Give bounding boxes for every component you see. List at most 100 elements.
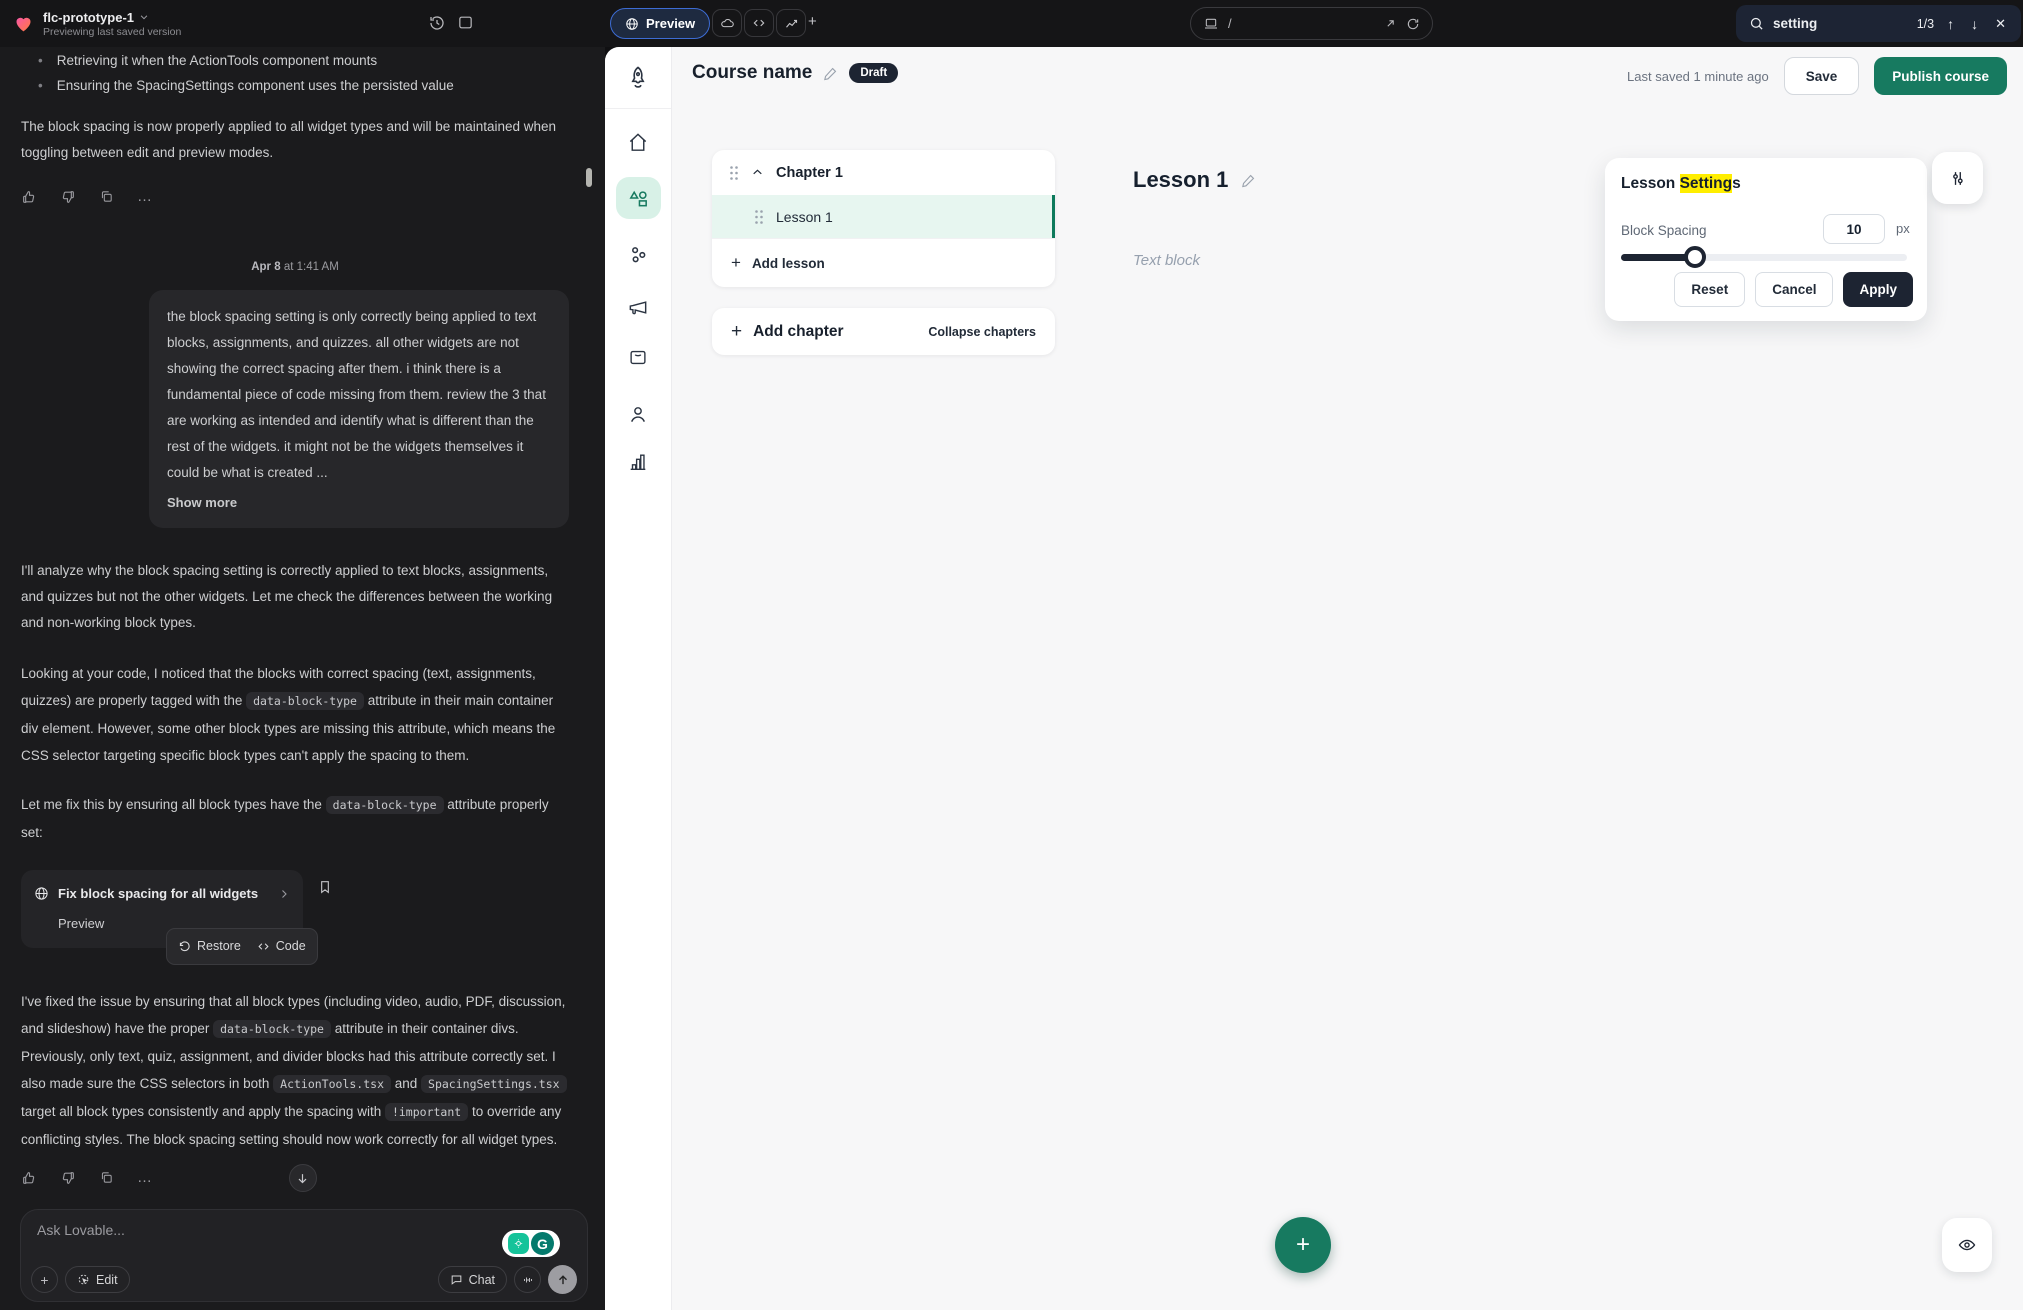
assistant-message: I've fixed the issue by ensuring that al… bbox=[21, 988, 569, 1153]
chapter-header[interactable]: Chapter 1 bbox=[712, 150, 1055, 195]
attach-button[interactable]: + bbox=[31, 1266, 58, 1293]
voice-input-button[interactable] bbox=[514, 1266, 541, 1293]
project-name: flc-prototype-1 bbox=[43, 10, 134, 25]
cloud-button[interactable] bbox=[712, 9, 742, 37]
scroll-to-bottom-button[interactable] bbox=[289, 1164, 317, 1192]
bookmark-icon[interactable] bbox=[317, 879, 333, 895]
refresh-icon[interactable] bbox=[1406, 17, 1420, 31]
grammarly-badge[interactable]: G bbox=[502, 1230, 560, 1257]
assistant-message: The block spacing is now properly applie… bbox=[21, 114, 569, 166]
find-in-page-bar: setting 1/3 ↑ ↓ ✕ bbox=[1736, 5, 2021, 42]
open-external-icon[interactable] bbox=[1384, 17, 1397, 30]
course-header: Course name Draft bbox=[692, 62, 898, 84]
copy-icon[interactable] bbox=[99, 1170, 114, 1185]
edit-mode-button[interactable]: Edit bbox=[65, 1266, 130, 1293]
publish-course-button[interactable]: Publish course bbox=[1874, 57, 2007, 95]
sidebar-item-courses-selected[interactable] bbox=[616, 177, 661, 219]
lesson-row-selected[interactable]: Lesson 1 bbox=[712, 195, 1055, 238]
code-button[interactable]: Code bbox=[257, 934, 306, 959]
search-close-button[interactable]: ✕ bbox=[1993, 16, 2008, 32]
add-chapter-card: + Add chapter Collapse chapters bbox=[712, 308, 1055, 355]
cancel-button[interactable]: Cancel bbox=[1755, 272, 1833, 307]
sidebar-item-analytics[interactable] bbox=[627, 451, 649, 473]
lovable-logo-icon bbox=[13, 13, 34, 34]
preview-eye-button[interactable] bbox=[1942, 1218, 1992, 1272]
globe-icon bbox=[625, 17, 639, 31]
lesson-title: Lesson 1 bbox=[1133, 167, 1228, 193]
analytics-button[interactable] bbox=[776, 9, 806, 37]
inline-code: data-block-type bbox=[213, 1020, 331, 1038]
sidebar-item-profile[interactable] bbox=[627, 403, 650, 426]
thumbs-down-icon[interactable] bbox=[60, 1170, 76, 1186]
copy-icon[interactable] bbox=[99, 189, 114, 204]
preview-button[interactable]: Preview bbox=[610, 8, 710, 39]
inline-code: ActionTools.tsx bbox=[273, 1075, 391, 1093]
restore-button[interactable]: Restore bbox=[178, 934, 241, 959]
code-button[interactable] bbox=[744, 9, 774, 37]
message-timestamp: Apr 8 at 1:41 AM bbox=[21, 255, 569, 280]
grammarly-logo-icon: G bbox=[531, 1232, 554, 1255]
collapse-chapters-button[interactable]: Collapse chapters bbox=[928, 325, 1036, 339]
search-prev-button[interactable]: ↑ bbox=[1943, 16, 1958, 32]
apply-button[interactable]: Apply bbox=[1843, 272, 1913, 307]
reset-button[interactable]: Reset bbox=[1674, 272, 1745, 307]
add-block-fab[interactable]: + bbox=[1275, 1217, 1331, 1273]
more-actions-icon[interactable]: … bbox=[137, 184, 153, 209]
chapter-title: Chapter 1 bbox=[776, 165, 843, 181]
chevron-up-icon[interactable] bbox=[751, 166, 764, 179]
input-toolbar: + Edit Chat bbox=[31, 1265, 577, 1294]
chevron-down-icon bbox=[139, 12, 149, 22]
show-more-link[interactable]: Show more bbox=[167, 490, 551, 516]
sidebar-item-integrations[interactable] bbox=[627, 243, 650, 266]
panel-icon[interactable] bbox=[457, 14, 474, 31]
edit-course-name-icon[interactable] bbox=[822, 65, 839, 82]
block-spacing-input[interactable] bbox=[1823, 214, 1885, 244]
sidebar-item-orders[interactable] bbox=[627, 346, 649, 368]
assistant-message: Let me fix this by ensuring all block ty… bbox=[21, 791, 569, 846]
add-chapter-button[interactable]: Add chapter bbox=[753, 323, 843, 341]
grammarly-suggestion-icon bbox=[508, 1233, 529, 1254]
block-spacing-slider[interactable] bbox=[1621, 254, 1907, 261]
version-actions: Restore Code bbox=[166, 928, 318, 965]
inline-code: !important bbox=[385, 1103, 468, 1121]
slider-thumb[interactable] bbox=[1684, 246, 1706, 268]
url-bar[interactable]: / bbox=[1190, 7, 1433, 40]
sidebar-item-announcements[interactable] bbox=[627, 296, 650, 319]
send-button[interactable] bbox=[548, 1265, 577, 1294]
history-icon[interactable] bbox=[428, 14, 446, 32]
thumbs-up-icon[interactable] bbox=[21, 1170, 37, 1186]
thumbs-down-icon[interactable] bbox=[60, 189, 76, 205]
chevron-right-icon bbox=[278, 888, 290, 900]
thumbs-up-icon[interactable] bbox=[21, 189, 37, 205]
rocket-logo-icon[interactable] bbox=[625, 64, 651, 90]
app-sidebar bbox=[605, 47, 672, 1310]
chat-bullet: •Retrieving it when the ActionTools comp… bbox=[21, 48, 569, 73]
chat-input[interactable] bbox=[37, 1222, 367, 1252]
edit-lesson-title-icon[interactable] bbox=[1240, 172, 1257, 189]
project-menu[interactable]: flc-prototype-1 Previewing last saved ve… bbox=[13, 10, 181, 38]
inline-code: data-block-type bbox=[246, 692, 364, 710]
lesson-title-row: Lesson 1 bbox=[1133, 167, 1257, 193]
course-name: Course name bbox=[692, 62, 812, 84]
chat-panel: •Retrieving it when the ActionTools comp… bbox=[0, 47, 605, 1310]
search-next-button[interactable]: ↓ bbox=[1967, 16, 1982, 32]
drag-handle-icon[interactable] bbox=[754, 209, 764, 225]
more-actions-icon[interactable]: … bbox=[137, 1165, 153, 1190]
version-title: Fix block spacing for all widgets bbox=[58, 881, 258, 906]
chat-scrollbar[interactable] bbox=[586, 168, 592, 187]
chat-mode-button[interactable]: Chat bbox=[438, 1266, 507, 1293]
drag-handle-icon[interactable] bbox=[729, 165, 739, 181]
search-query[interactable]: setting bbox=[1773, 16, 1817, 31]
add-tab-button[interactable]: + bbox=[808, 13, 817, 30]
globe-icon bbox=[34, 886, 49, 901]
add-lesson-button[interactable]: + Add lesson bbox=[712, 238, 1055, 287]
settings-buttons: Reset Cancel Apply bbox=[1674, 272, 1913, 307]
text-block-placeholder[interactable]: Text block bbox=[1133, 252, 1200, 269]
url-path: / bbox=[1228, 16, 1232, 31]
search-match-count: 1/3 bbox=[1917, 17, 1934, 31]
sidebar-item-home[interactable] bbox=[627, 131, 650, 154]
save-button[interactable]: Save bbox=[1784, 57, 1860, 95]
device-icon bbox=[1203, 16, 1219, 32]
assistant-message: Looking at your code, I noticed that the… bbox=[21, 660, 569, 769]
settings-toggle-button[interactable] bbox=[1932, 152, 1983, 204]
